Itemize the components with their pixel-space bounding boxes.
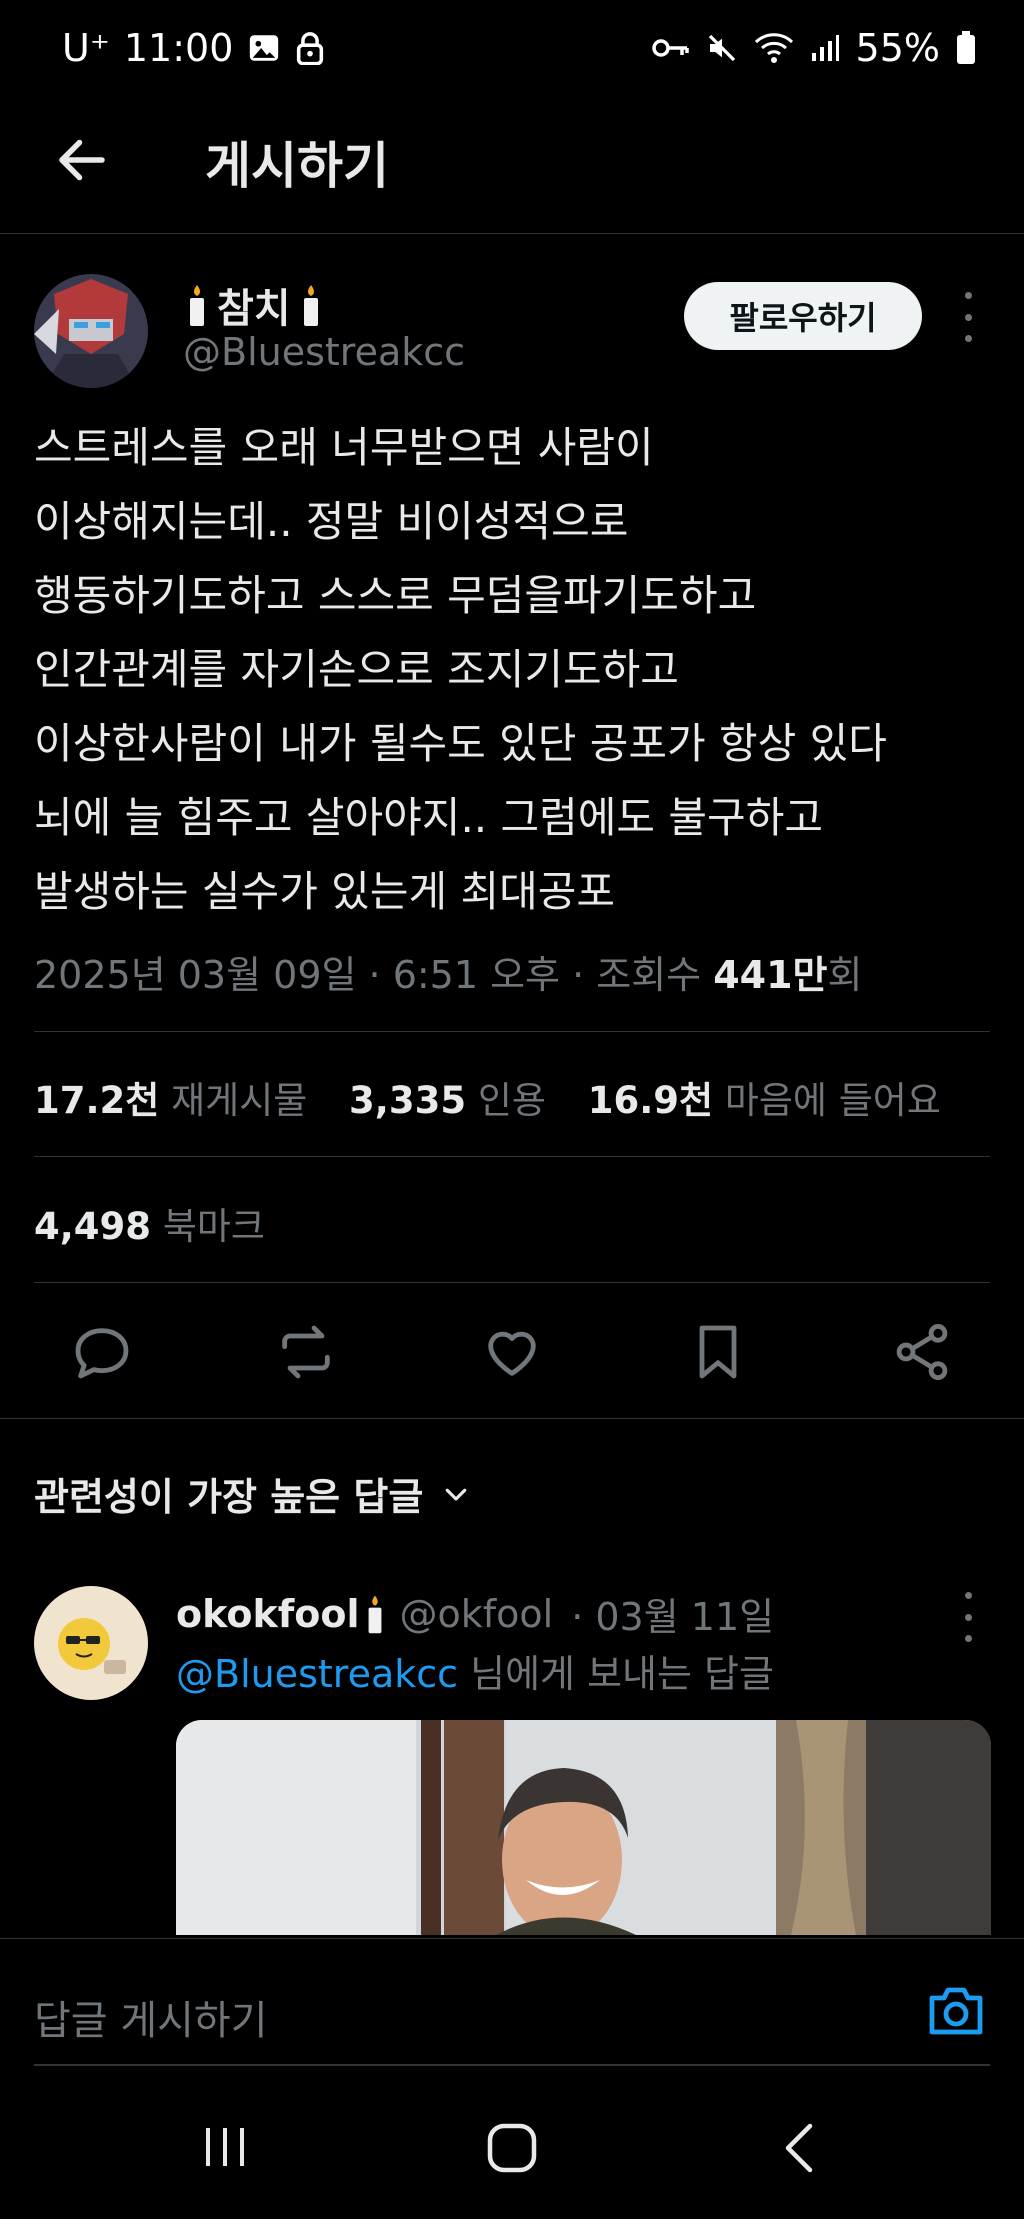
post-text-line: 인간관계를 자기손으로 조지기도하고 bbox=[34, 645, 679, 694]
wifi-icon bbox=[754, 33, 793, 63]
battery-icon bbox=[957, 31, 975, 64]
battery-percent: 55% bbox=[855, 26, 940, 70]
signal-icon bbox=[811, 35, 839, 61]
nav-back-icon[interactable] bbox=[780, 2122, 820, 2174]
post-text-line: 발생하는 실수가 있는게 최대공포 bbox=[34, 867, 616, 916]
recents-icon[interactable] bbox=[200, 2122, 250, 2172]
author-name-text: 참치 bbox=[217, 286, 291, 332]
post-text-line: 뇌에 늘 힘주고 살아야지.. 그럼에도 불구하고 bbox=[34, 793, 823, 842]
post-text-line: 이상한사람이 내가 될수도 있단 공포가 항상 있다 bbox=[34, 719, 887, 768]
quote-count[interactable]: 3,335 bbox=[349, 1079, 466, 1122]
author-name[interactable]: 참치 bbox=[185, 276, 323, 334]
page-title: 게시하기 bbox=[205, 137, 389, 195]
mute-icon bbox=[708, 34, 735, 62]
top-app-bar bbox=[0, 100, 1024, 234]
like-icon[interactable] bbox=[480, 1320, 544, 1384]
candle-icon bbox=[303, 285, 318, 326]
lock-icon bbox=[297, 32, 324, 65]
repost-count[interactable]: 17.2천 bbox=[34, 1079, 159, 1122]
view-suffix: 회 bbox=[827, 953, 863, 997]
more-icon[interactable] bbox=[958, 292, 978, 342]
post-meta: 2025년 03월 09일 · 6:51 오후 · 조회수 441만회 bbox=[34, 944, 863, 999]
reply-sort-label: 관련성이 가장 높은 답글 bbox=[34, 1475, 424, 1519]
share-icon[interactable] bbox=[890, 1320, 954, 1384]
reply-to-handle[interactable]: @Bluestreakcc bbox=[176, 1652, 458, 1696]
chevron-down-icon bbox=[445, 1488, 467, 1501]
reply-author-name[interactable]: okokfool bbox=[176, 1592, 360, 1636]
composer-underline bbox=[34, 2064, 990, 2066]
reply-more-icon[interactable] bbox=[958, 1592, 978, 1642]
home-icon[interactable] bbox=[486, 2122, 538, 2174]
like-count[interactable]: 16.9천 bbox=[588, 1079, 713, 1122]
post-text-line: 이상해지는데.. 정말 비이성적으로 bbox=[34, 497, 629, 546]
engagement-stats: 17.2천 재게시물 3,335 인용 16.9천 마음에 들어요 bbox=[34, 1070, 941, 1124]
candle-icon bbox=[368, 1595, 381, 1633]
reply-to-suffix: 님에게 보내는 답글 bbox=[458, 1652, 774, 1696]
reply-header: okokfool @okfool · 03월 11일 bbox=[176, 1586, 774, 1641]
back-arrow-icon[interactable] bbox=[52, 130, 112, 190]
vpn-key-icon bbox=[651, 39, 689, 57]
carrier-label: U⁺ bbox=[62, 26, 110, 70]
reply-sort-dropdown[interactable]: 관련성이 가장 높은 답글 bbox=[34, 1466, 471, 1521]
like-label[interactable]: 마음에 들어요 bbox=[725, 1079, 941, 1122]
reply-to-line: @Bluestreakcc 님에게 보내는 답글 bbox=[176, 1643, 774, 1698]
reply-author-handle[interactable]: @okfool bbox=[400, 1592, 554, 1636]
bookmark-icon[interactable] bbox=[686, 1320, 750, 1384]
repost-icon[interactable] bbox=[274, 1320, 338, 1384]
divider bbox=[34, 1156, 990, 1157]
post-text-line: 행동하기도하고 스스로 무덤을파기도하고 bbox=[34, 571, 757, 620]
divider bbox=[34, 1282, 990, 1283]
reply-media-image[interactable] bbox=[176, 1720, 991, 1935]
author-avatar[interactable] bbox=[34, 274, 148, 388]
clock: 11:00 bbox=[123, 26, 234, 70]
candle-icon bbox=[190, 285, 204, 326]
post-text-line: 스트레스를 오래 너무받으면 사람이 bbox=[34, 423, 654, 472]
reply-icon[interactable] bbox=[70, 1320, 134, 1384]
divider bbox=[34, 1031, 990, 1032]
author-handle[interactable]: @Bluestreakcc bbox=[183, 330, 465, 374]
reply-input[interactable]: 답글 게시하기 bbox=[34, 1988, 268, 2046]
gallery-icon bbox=[250, 35, 279, 61]
reply-date: · 03월 11일 bbox=[571, 1595, 775, 1639]
bookmark-label[interactable]: 북마크 bbox=[163, 1205, 265, 1248]
view-count: 441만 bbox=[713, 953, 828, 997]
follow-button[interactable]: 팔로우하기 bbox=[684, 282, 922, 350]
repost-label[interactable]: 재게시물 bbox=[171, 1079, 307, 1122]
section-divider bbox=[0, 1418, 1024, 1419]
quote-label[interactable]: 인용 bbox=[478, 1079, 546, 1122]
camera-icon[interactable] bbox=[926, 1982, 986, 2038]
bookmark-stats: 4,498 북마크 bbox=[34, 1196, 265, 1250]
status-right: 55% bbox=[651, 26, 976, 70]
status-bar: U⁺ 11:00 55% bbox=[0, 0, 1024, 100]
status-left: U⁺ 11:00 bbox=[62, 26, 325, 70]
bookmark-count[interactable]: 4,498 bbox=[34, 1205, 151, 1248]
reply-avatar[interactable] bbox=[34, 1586, 148, 1700]
post-date: 2025년 03월 09일 · 6:51 오후 · 조회수 bbox=[34, 953, 714, 997]
